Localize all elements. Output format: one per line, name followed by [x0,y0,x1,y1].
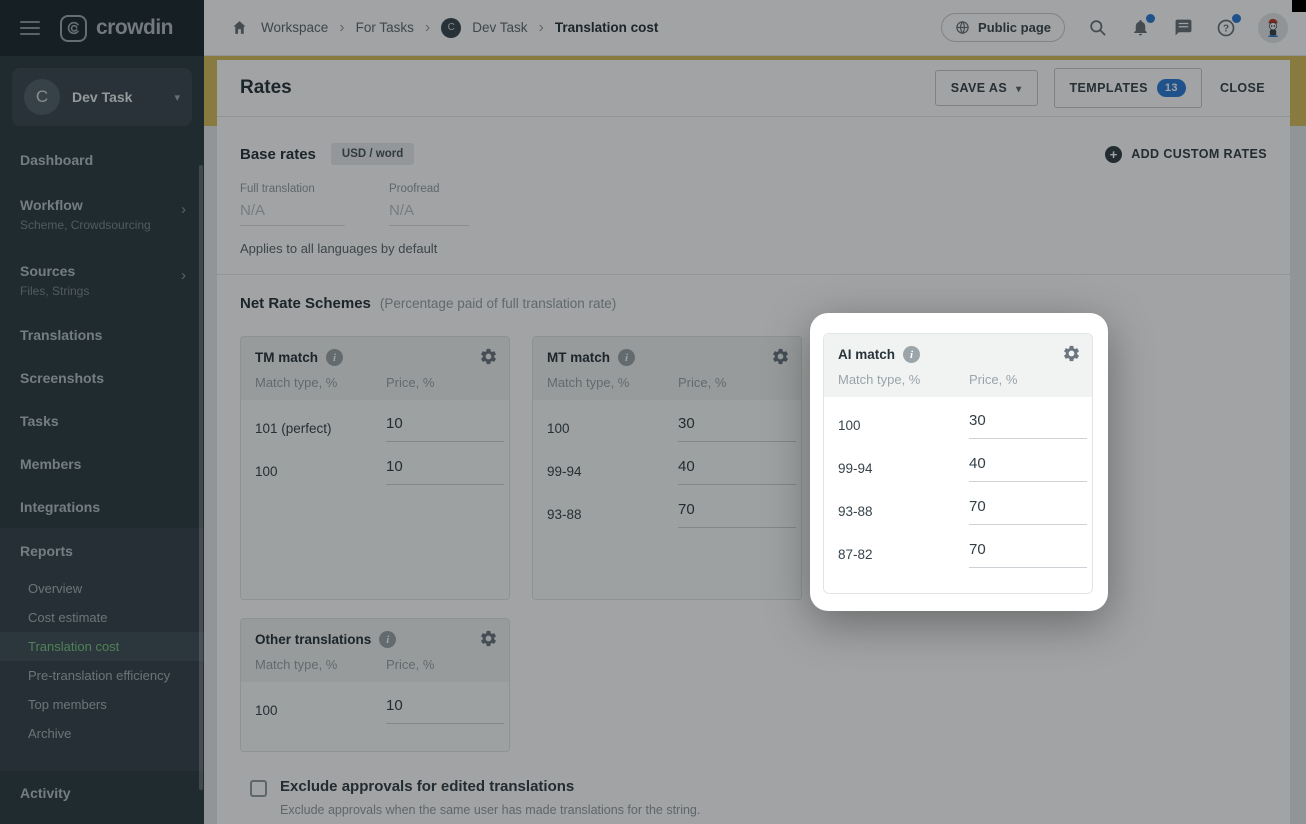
rate-row: 87-82 70 [838,538,1078,581]
rate-row: 100 30 [838,409,1078,452]
ai-match-title: AI match [838,347,895,362]
price-input[interactable]: 30 [969,412,1087,439]
rate-row: 93-88 70 [838,495,1078,538]
price-column-header: Price, % [969,372,1017,387]
gear-icon[interactable] [1062,344,1081,368]
cursor-artifact [1292,0,1306,12]
rate-row: 99-94 40 [838,452,1078,495]
info-icon[interactable] [903,346,920,363]
ai-match-card: AI match Match type, % Price, % 100 30 9… [823,333,1093,594]
match-type-value: 100 [838,418,861,433]
price-input[interactable]: 40 [969,455,1087,482]
match-type-value: 99-94 [838,461,873,476]
price-input[interactable]: 70 [969,498,1087,525]
ai-match-spotlight: AI match Match type, % Price, % 100 30 9… [810,313,1108,611]
match-type-column-header: Match type, % [838,372,969,387]
price-input[interactable]: 70 [969,541,1087,568]
match-type-value: 93-88 [838,504,873,519]
dimming-overlay [0,0,1306,824]
match-type-value: 87-82 [838,547,873,562]
